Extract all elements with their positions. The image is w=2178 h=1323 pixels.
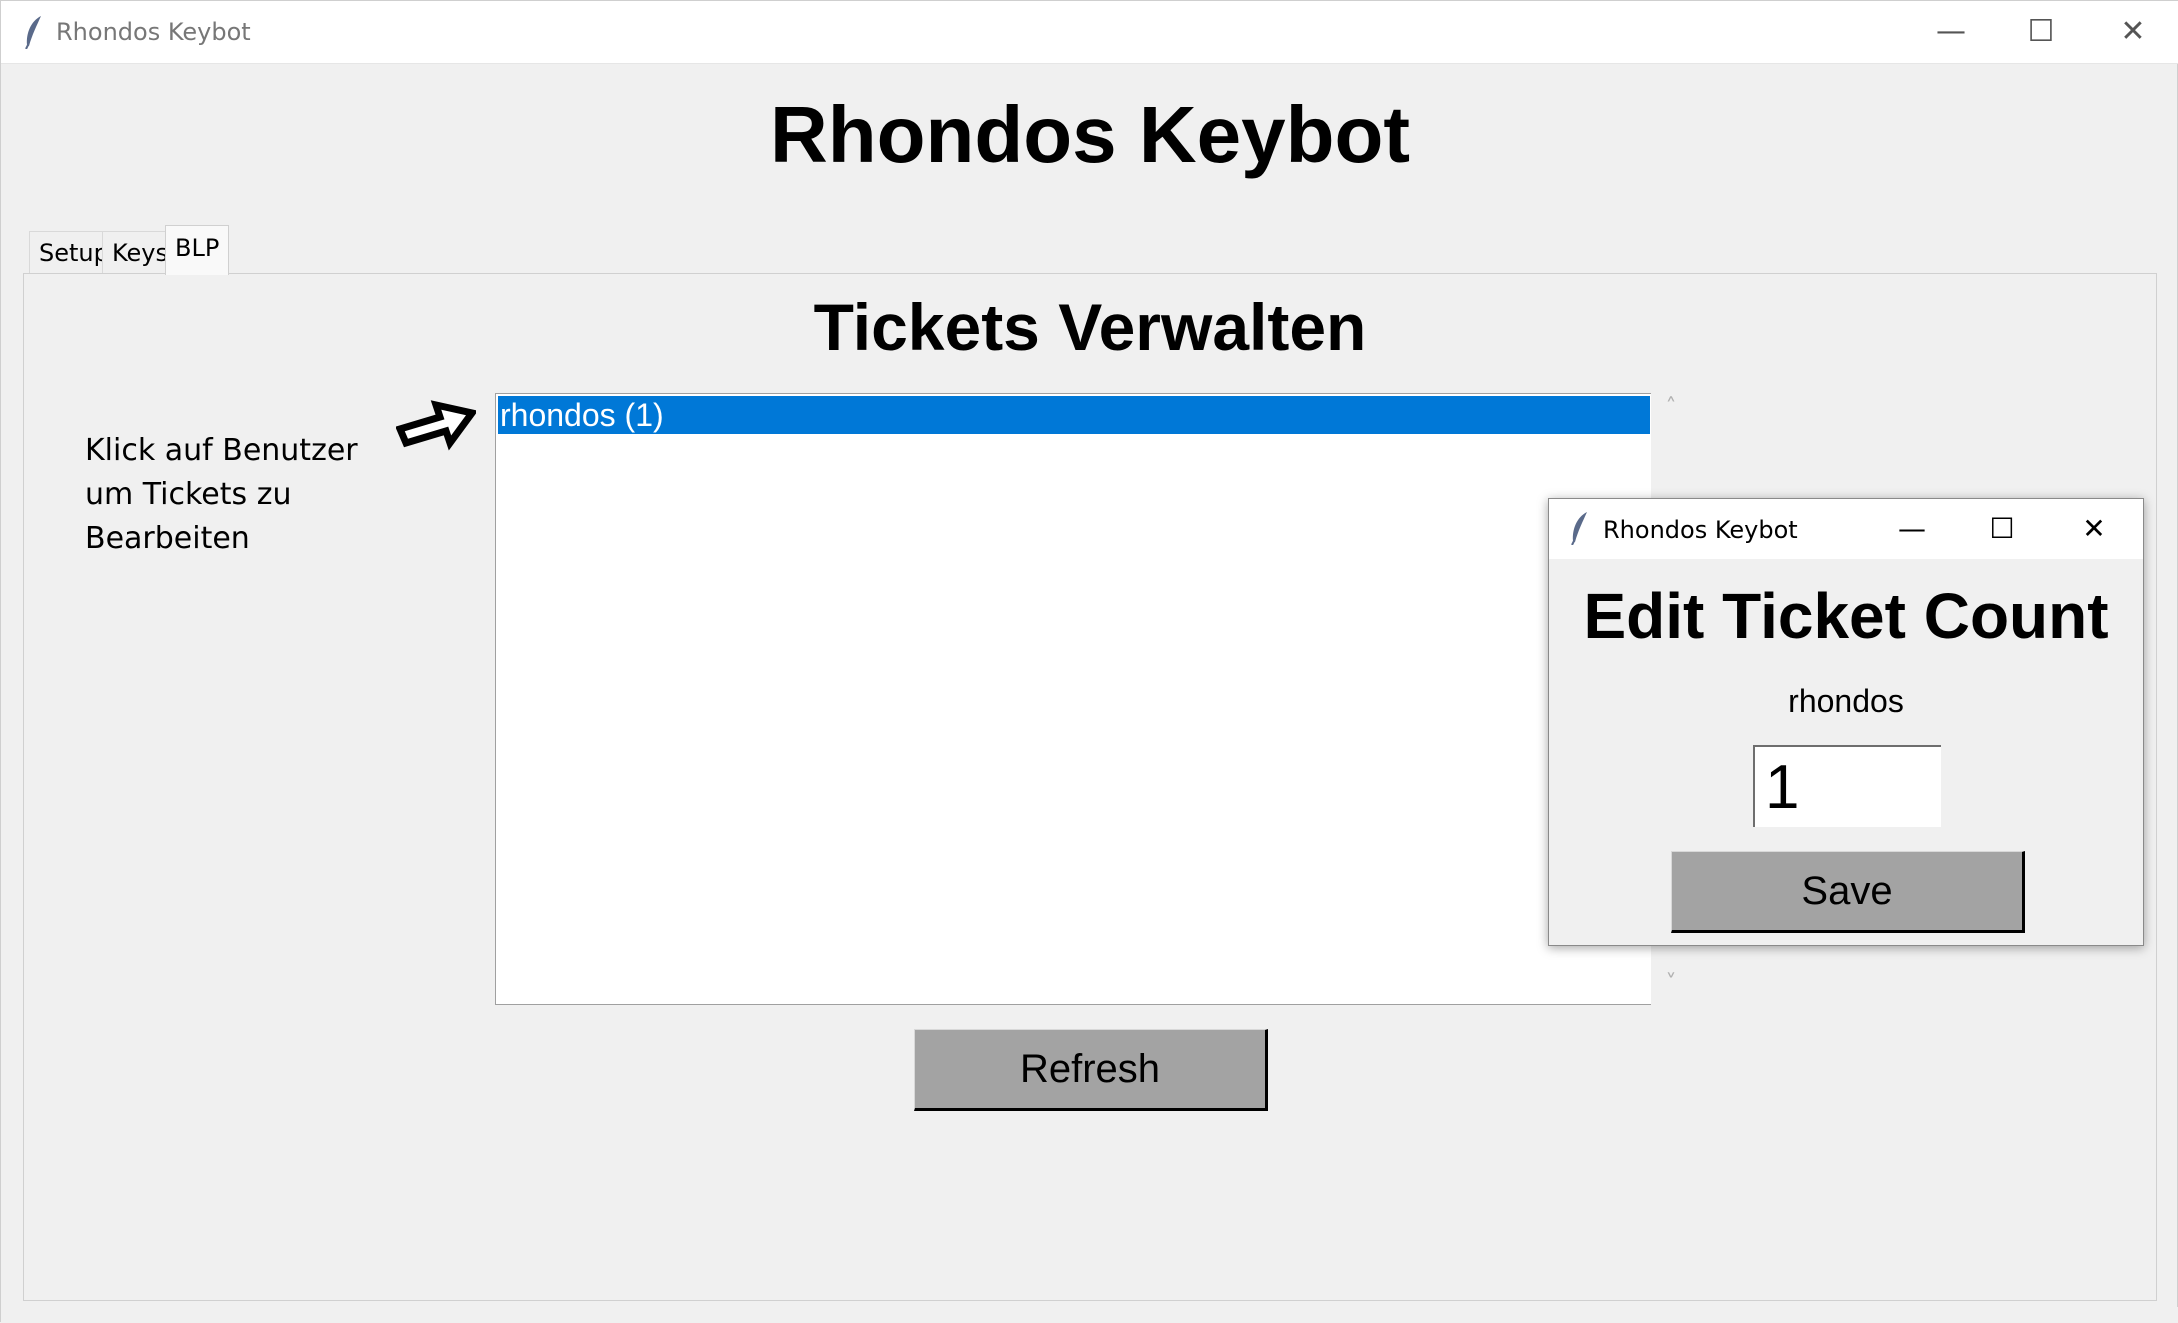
tab-blp[interactable]: BLP	[165, 225, 230, 275]
panel-heading: Tickets Verwalten	[813, 290, 1367, 364]
app-heading: Rhondos Keybot	[770, 90, 1410, 179]
dialog-username: rhondos	[1788, 683, 1904, 719]
dialog-title: Rhondos Keybot	[1603, 516, 1798, 544]
refresh-button[interactable]: Refresh	[914, 1029, 1268, 1111]
maximize-button[interactable]: ☐	[1996, 1, 2086, 63]
user-listbox[interactable]: rhondos (1)	[495, 393, 1651, 1005]
window-title: Rhondos Keybot	[56, 18, 251, 46]
hint-text: Klick auf Benutzer um Tickets zu Bearbei…	[85, 433, 358, 556]
save-button[interactable]: Save	[1671, 851, 2025, 933]
title-bar[interactable]: Rhondos Keybot — ☐ ✕	[1, 1, 2178, 64]
dialog-minimize-button[interactable]: —	[1867, 499, 1957, 559]
list-item[interactable]: rhondos (1)	[498, 396, 1650, 434]
dialog-heading: Edit Ticket Count	[1583, 580, 2109, 652]
scroll-up-icon[interactable]: ˄	[1651, 395, 1691, 420]
ticket-count-input[interactable]	[1753, 745, 1941, 827]
bottom-edge	[1, 1307, 2178, 1323]
dialog-maximize-button[interactable]: ☐	[1957, 499, 2047, 559]
feather-icon	[25, 16, 41, 49]
scroll-down-icon[interactable]: ˅	[1651, 971, 1691, 996]
arrow-right-icon	[396, 400, 476, 451]
minimize-button[interactable]: —	[1906, 1, 1996, 63]
close-button[interactable]: ✕	[2088, 1, 2178, 63]
feather-icon	[1571, 512, 1587, 545]
dialog-close-button[interactable]: ✕	[2049, 499, 2139, 559]
edit-ticket-dialog: Rhondos Keybot — ☐ ✕ Edit Ticket Count r…	[1548, 498, 2144, 946]
dialog-title-bar[interactable]: Rhondos Keybot — ☐ ✕	[1549, 499, 2143, 559]
